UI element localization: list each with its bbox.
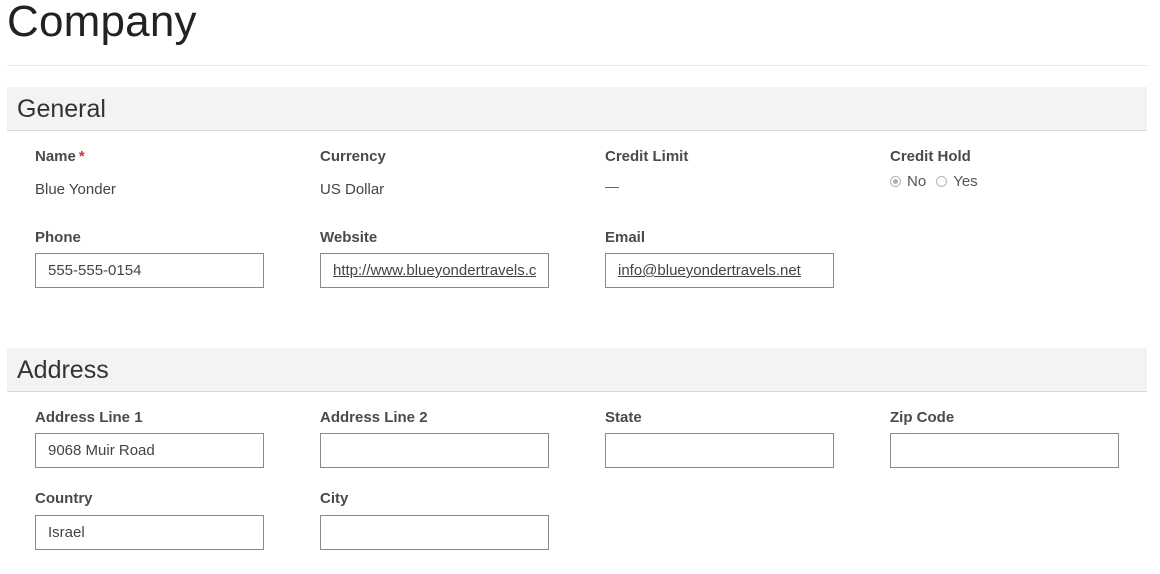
website-label: Website bbox=[320, 229, 378, 246]
state-input[interactable] bbox=[605, 433, 834, 468]
address-line1-label: Address Line 1 bbox=[35, 409, 143, 426]
state-label: State bbox=[605, 409, 642, 426]
credit-hold-no-radio[interactable] bbox=[890, 176, 901, 187]
city-input[interactable] bbox=[320, 515, 549, 550]
address-line2-input[interactable] bbox=[320, 433, 549, 468]
zip-code-input[interactable] bbox=[890, 433, 1119, 468]
phone-input[interactable] bbox=[35, 253, 264, 288]
email-label: Email bbox=[605, 229, 646, 246]
section-header-address: Address bbox=[7, 348, 1147, 392]
page-title: Company bbox=[7, 0, 197, 46]
email-input[interactable] bbox=[605, 253, 834, 288]
name-value[interactable]: Blue Yonder bbox=[35, 181, 116, 199]
zip-code-label: Zip Code bbox=[890, 409, 955, 426]
address-line1-input[interactable] bbox=[35, 433, 264, 468]
currency-label: Currency bbox=[320, 148, 386, 165]
website-input[interactable] bbox=[320, 253, 549, 288]
section-title-general: General bbox=[17, 95, 106, 123]
credit-limit-empty-dash[interactable] bbox=[605, 187, 619, 188]
address-line2-label: Address Line 2 bbox=[320, 409, 428, 426]
section-title-address: Address bbox=[17, 356, 109, 384]
phone-label: Phone bbox=[35, 229, 81, 246]
currency-value[interactable]: US Dollar bbox=[320, 181, 384, 199]
section-header-general: General bbox=[7, 87, 1147, 131]
city-label: City bbox=[320, 490, 349, 507]
credit-hold-yes-radio[interactable] bbox=[936, 176, 948, 187]
credit-hold-radio-group: No Yes bbox=[890, 173, 988, 190]
country-input[interactable] bbox=[35, 515, 264, 550]
required-marker: * bbox=[78, 148, 85, 165]
credit-limit-label: Credit Limit bbox=[605, 148, 689, 165]
credit-hold-no-label[interactable]: No bbox=[907, 173, 926, 190]
name-label-text: Name bbox=[35, 148, 76, 165]
title-divider bbox=[7, 65, 1147, 66]
country-label: Country bbox=[35, 490, 93, 507]
company-form-page: Company General Name * Blue Yonder Curren… bbox=[0, 0, 1160, 574]
credit-hold-yes-label[interactable]: Yes bbox=[953, 173, 977, 190]
credit-hold-label: Credit Hold bbox=[890, 148, 971, 165]
name-label: Name * bbox=[35, 148, 85, 166]
